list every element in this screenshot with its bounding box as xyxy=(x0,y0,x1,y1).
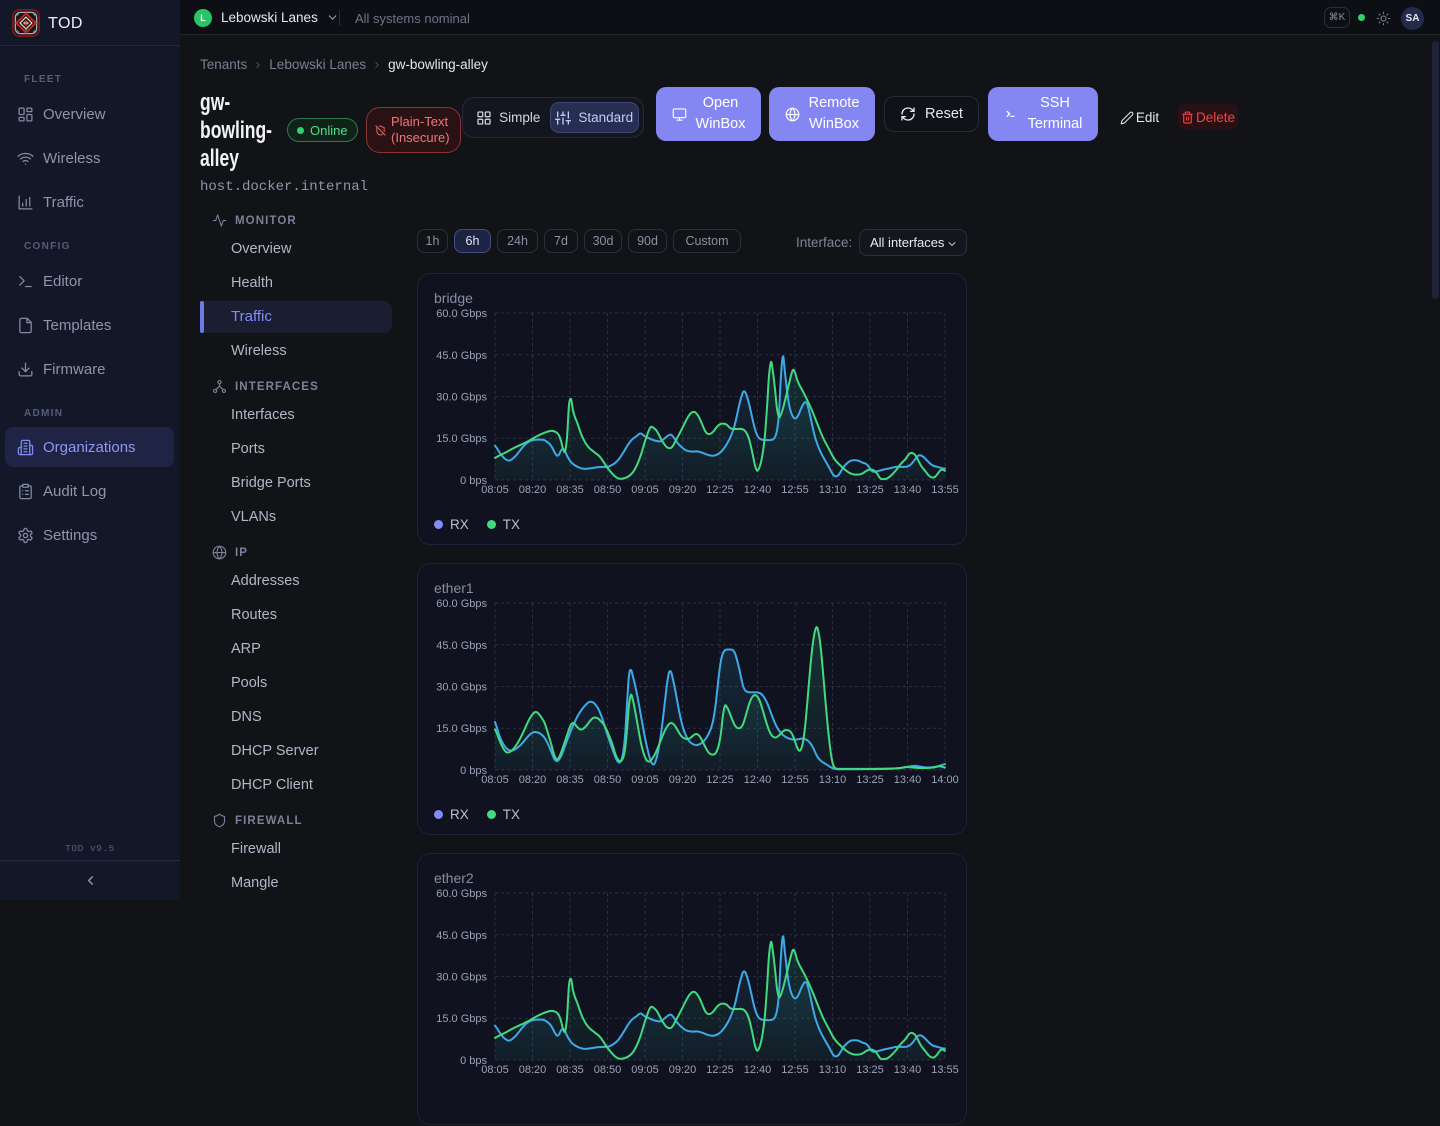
svg-text:60.0 Gbps: 60.0 Gbps xyxy=(436,598,487,610)
svg-text:12:40: 12:40 xyxy=(744,484,772,496)
svg-text:14:00: 14:00 xyxy=(931,774,959,786)
svg-text:15.0 Gbps: 15.0 Gbps xyxy=(436,433,487,445)
svg-text:08:35: 08:35 xyxy=(556,1064,584,1076)
svg-text:30.0 Gbps: 30.0 Gbps xyxy=(436,972,487,984)
svg-text:08:05: 08:05 xyxy=(481,774,509,786)
svg-text:09:05: 09:05 xyxy=(631,1064,659,1076)
svg-text:15.0 Gbps: 15.0 Gbps xyxy=(436,723,487,735)
svg-text:60.0 Gbps: 60.0 Gbps xyxy=(436,308,487,320)
svg-text:30.0 Gbps: 30.0 Gbps xyxy=(436,682,487,694)
svg-text:13:55: 13:55 xyxy=(931,484,959,496)
svg-text:13:40: 13:40 xyxy=(894,1064,922,1076)
svg-text:12:40: 12:40 xyxy=(744,1064,772,1076)
svg-text:30.0 Gbps: 30.0 Gbps xyxy=(436,392,487,404)
svg-text:12:25: 12:25 xyxy=(706,484,734,496)
svg-text:13:40: 13:40 xyxy=(894,484,922,496)
svg-text:12:55: 12:55 xyxy=(781,774,809,786)
svg-text:09:20: 09:20 xyxy=(669,1064,697,1076)
svg-text:15.0 Gbps: 15.0 Gbps xyxy=(436,1013,487,1025)
svg-text:12:40: 12:40 xyxy=(744,774,772,786)
svg-text:08:05: 08:05 xyxy=(481,484,509,496)
svg-text:08:20: 08:20 xyxy=(519,774,547,786)
svg-text:08:35: 08:35 xyxy=(556,774,584,786)
svg-text:08:35: 08:35 xyxy=(556,484,584,496)
svg-text:13:55: 13:55 xyxy=(931,1064,959,1076)
svg-text:08:50: 08:50 xyxy=(594,1064,622,1076)
svg-text:09:20: 09:20 xyxy=(669,484,697,496)
svg-text:12:25: 12:25 xyxy=(706,774,734,786)
svg-text:09:05: 09:05 xyxy=(631,774,659,786)
svg-text:13:10: 13:10 xyxy=(819,484,847,496)
svg-text:12:55: 12:55 xyxy=(781,1064,809,1076)
svg-text:45.0 Gbps: 45.0 Gbps xyxy=(436,640,487,652)
svg-text:13:40: 13:40 xyxy=(894,774,922,786)
svg-text:13:10: 13:10 xyxy=(819,774,847,786)
svg-text:13:25: 13:25 xyxy=(856,1064,884,1076)
svg-text:08:50: 08:50 xyxy=(594,774,622,786)
svg-text:09:20: 09:20 xyxy=(669,774,697,786)
svg-text:12:25: 12:25 xyxy=(706,1064,734,1076)
svg-text:60.0 Gbps: 60.0 Gbps xyxy=(436,888,487,900)
svg-text:13:10: 13:10 xyxy=(819,1064,847,1076)
svg-text:45.0 Gbps: 45.0 Gbps xyxy=(436,930,487,942)
svg-text:08:05: 08:05 xyxy=(481,1064,509,1076)
svg-text:08:20: 08:20 xyxy=(519,484,547,496)
svg-text:12:55: 12:55 xyxy=(781,484,809,496)
svg-text:13:25: 13:25 xyxy=(856,484,884,496)
svg-text:08:20: 08:20 xyxy=(519,1064,547,1076)
svg-text:45.0 Gbps: 45.0 Gbps xyxy=(436,350,487,362)
svg-text:13:25: 13:25 xyxy=(856,774,884,786)
svg-text:09:05: 09:05 xyxy=(631,484,659,496)
svg-text:08:50: 08:50 xyxy=(594,484,622,496)
